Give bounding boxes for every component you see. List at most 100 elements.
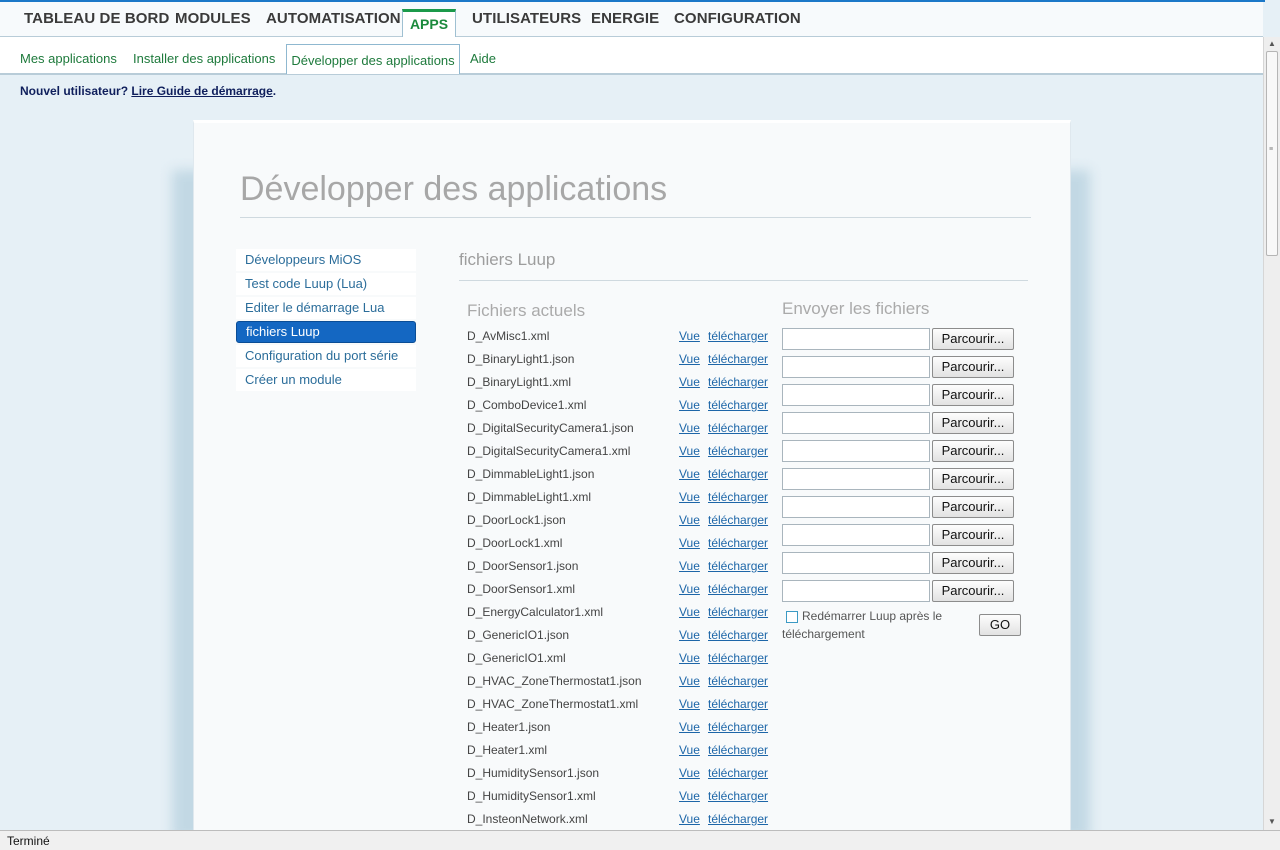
side-menu-item-fichiers-luup[interactable]: fichiers Luup [236, 321, 416, 343]
view-link[interactable]: Vue [679, 464, 700, 484]
vertical-scrollbar[interactable]: ▲ ≡ ▼ [1263, 37, 1280, 830]
view-link[interactable]: Vue [679, 786, 700, 806]
upload-file-input[interactable] [782, 328, 930, 350]
getting-started-link[interactable]: Lire Guide de démarrage [131, 84, 272, 98]
file-row: D_DigitalSecurityCamera1.json Vue téléchar… [467, 418, 777, 441]
restart-luup-checkbox[interactable] [786, 611, 798, 623]
download-link[interactable]: télécharger [708, 671, 768, 691]
view-link[interactable]: Vue [679, 418, 700, 438]
upload-file-input[interactable] [782, 468, 930, 490]
view-link[interactable]: Vue [679, 809, 700, 829]
download-link[interactable]: télécharger [708, 740, 768, 760]
current-files-heading: Fichiers actuels [467, 301, 586, 320]
nav-tab-energie[interactable]: ENERGIE [591, 10, 659, 27]
download-link[interactable]: télécharger [708, 395, 768, 415]
file-name: D_DoorLock1.xml [467, 536, 563, 550]
section-title: fichiers Luup [459, 250, 556, 269]
view-link[interactable]: Vue [679, 763, 700, 783]
scroll-down-arrow-icon[interactable]: ▼ [1268, 817, 1276, 826]
file-row: D_Heater1.json Vue télécharger [467, 717, 777, 740]
file-row: D_DoorLock1.json Vue télécharger [467, 510, 777, 533]
view-link[interactable]: Vue [679, 441, 700, 461]
download-link[interactable]: télécharger [708, 763, 768, 783]
download-link[interactable]: télécharger [708, 349, 768, 369]
download-link[interactable]: télécharger [708, 809, 768, 829]
notice-text: Nouvel utilisateur? [20, 84, 132, 98]
side-menu-item-editer-demarrage-lua[interactable]: Editer le démarrage Lua [236, 297, 416, 319]
upload-file-input[interactable] [782, 384, 930, 406]
download-link[interactable]: télécharger [708, 533, 768, 553]
download-link[interactable]: télécharger [708, 625, 768, 645]
view-link[interactable]: Vue [679, 671, 700, 691]
subtab-developper-applications[interactable]: Développer des applications [286, 44, 460, 74]
side-menu-item-creer-module[interactable]: Créer un module [236, 369, 416, 391]
view-link[interactable]: Vue [679, 349, 700, 369]
view-link[interactable]: Vue [679, 533, 700, 553]
view-link[interactable]: Vue [679, 326, 700, 346]
browse-button[interactable]: Parcourir... [932, 384, 1014, 406]
browse-button[interactable]: Parcourir... [932, 496, 1014, 518]
download-link[interactable]: télécharger [708, 717, 768, 737]
view-link[interactable]: Vue [679, 372, 700, 392]
view-link[interactable]: Vue [679, 740, 700, 760]
upload-file-input[interactable] [782, 524, 930, 546]
view-link[interactable]: Vue [679, 510, 700, 530]
download-link[interactable]: télécharger [708, 487, 768, 507]
scroll-up-arrow-icon[interactable]: ▲ [1268, 39, 1276, 48]
file-name: D_DoorSensor1.json [467, 559, 579, 573]
status-bar: Terminé [0, 830, 1280, 850]
nav-tab-tableau-de-bord[interactable]: TABLEAU DE BORD [24, 10, 169, 27]
download-link[interactable]: télécharger [708, 464, 768, 484]
download-link[interactable]: télécharger [708, 648, 768, 668]
download-link[interactable]: télécharger [708, 786, 768, 806]
download-link[interactable]: télécharger [708, 441, 768, 461]
download-link[interactable]: télécharger [708, 579, 768, 599]
nav-tab-utilisateurs[interactable]: UTILISATEURS [472, 10, 581, 27]
file-row: D_DoorSensor1.json Vue télécharger [467, 556, 777, 579]
view-link[interactable]: Vue [679, 556, 700, 576]
nav-tab-automatisation[interactable]: AUTOMATISATION [266, 10, 401, 27]
nav-tab-modules[interactable]: MODULES [175, 10, 251, 27]
upload-file-input[interactable] [782, 356, 930, 378]
file-name: D_GenericIO1.json [467, 628, 570, 642]
scrollbar-thumb[interactable]: ≡ [1266, 51, 1278, 256]
view-link[interactable]: Vue [679, 717, 700, 737]
nav-tab-apps[interactable]: APPS [402, 9, 456, 38]
file-name: D_EnergyCalculator1.xml [467, 605, 604, 619]
view-link[interactable]: Vue [679, 602, 700, 622]
subtab-installer-applications[interactable]: Installer des applications [133, 51, 275, 66]
subtab-mes-applications[interactable]: Mes applications [20, 51, 117, 66]
browse-button[interactable]: Parcourir... [932, 440, 1014, 462]
view-link[interactable]: Vue [679, 487, 700, 507]
browse-button[interactable]: Parcourir... [932, 412, 1014, 434]
download-link[interactable]: télécharger [708, 326, 768, 346]
upload-file-input[interactable] [782, 580, 930, 602]
browse-button[interactable]: Parcourir... [932, 356, 1014, 378]
browse-button[interactable]: Parcourir... [932, 580, 1014, 602]
browse-button[interactable]: Parcourir... [932, 524, 1014, 546]
upload-file-input[interactable] [782, 412, 930, 434]
side-menu-item-developpeurs-mios[interactable]: Développeurs MiOS [236, 249, 416, 271]
download-link[interactable]: télécharger [708, 694, 768, 714]
download-link[interactable]: télécharger [708, 510, 768, 530]
view-link[interactable]: Vue [679, 625, 700, 645]
browse-button[interactable]: Parcourir... [932, 468, 1014, 490]
upload-file-input[interactable] [782, 440, 930, 462]
download-link[interactable]: télécharger [708, 418, 768, 438]
view-link[interactable]: Vue [679, 694, 700, 714]
browse-button[interactable]: Parcourir... [932, 328, 1014, 350]
download-link[interactable]: télécharger [708, 602, 768, 622]
view-link[interactable]: Vue [679, 648, 700, 668]
download-link[interactable]: télécharger [708, 556, 768, 576]
upload-file-input[interactable] [782, 496, 930, 518]
view-link[interactable]: Vue [679, 395, 700, 415]
view-link[interactable]: Vue [679, 579, 700, 599]
nav-tab-configuration[interactable]: CONFIGURATION [674, 10, 801, 27]
subtab-aide[interactable]: Aide [470, 51, 496, 66]
side-menu-item-configuration-port-serie[interactable]: Configuration du port série [236, 345, 416, 367]
browse-button[interactable]: Parcourir... [932, 552, 1014, 574]
go-button[interactable]: GO [979, 614, 1021, 636]
side-menu-item-test-code-luup[interactable]: Test code Luup (Lua) [236, 273, 416, 295]
download-link[interactable]: télécharger [708, 372, 768, 392]
upload-file-input[interactable] [782, 552, 930, 574]
